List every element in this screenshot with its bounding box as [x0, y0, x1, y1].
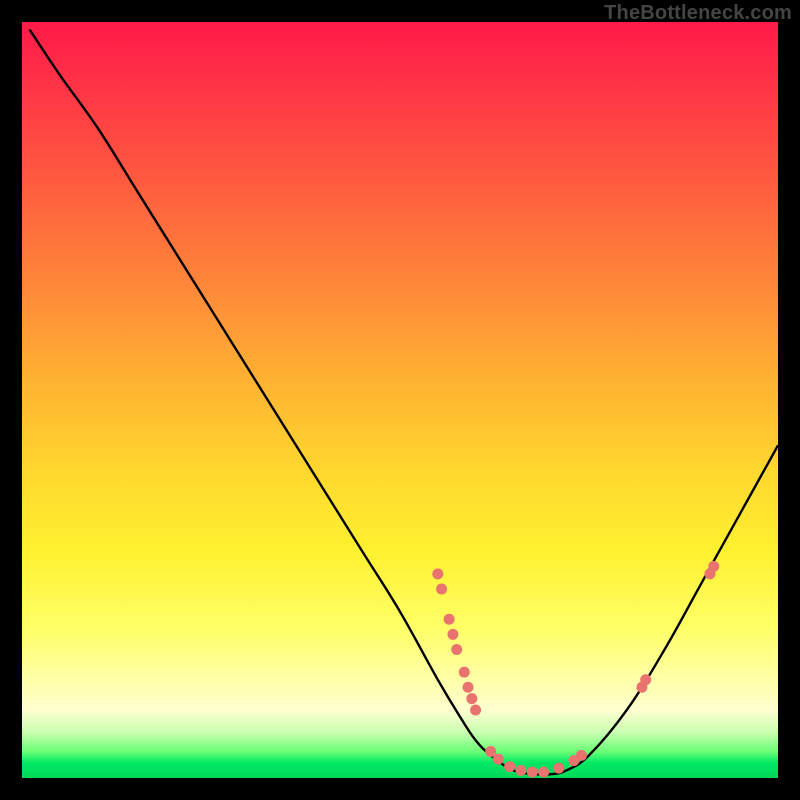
highlight-point: [708, 561, 719, 572]
highlight-point: [576, 750, 587, 761]
chart-frame: TheBottleneck.com: [0, 0, 800, 800]
plot-area: [22, 22, 778, 778]
highlight-point: [444, 614, 455, 625]
curve-layer: [22, 22, 778, 778]
highlight-point: [470, 704, 481, 715]
highlight-point: [553, 763, 564, 774]
highlight-point: [504, 761, 515, 772]
highlight-point: [538, 766, 549, 777]
highlight-point: [459, 667, 470, 678]
highlight-point: [466, 693, 477, 704]
highlight-points-group: [432, 561, 719, 778]
highlight-point: [527, 766, 538, 777]
highlight-point: [463, 682, 474, 693]
highlight-point: [432, 568, 443, 579]
highlight-point: [515, 765, 526, 776]
highlight-point: [451, 644, 462, 655]
bottleneck-curve: [30, 30, 778, 775]
highlight-point: [640, 674, 651, 685]
highlight-point: [447, 629, 458, 640]
highlight-point: [436, 584, 447, 595]
highlight-point: [493, 754, 504, 765]
